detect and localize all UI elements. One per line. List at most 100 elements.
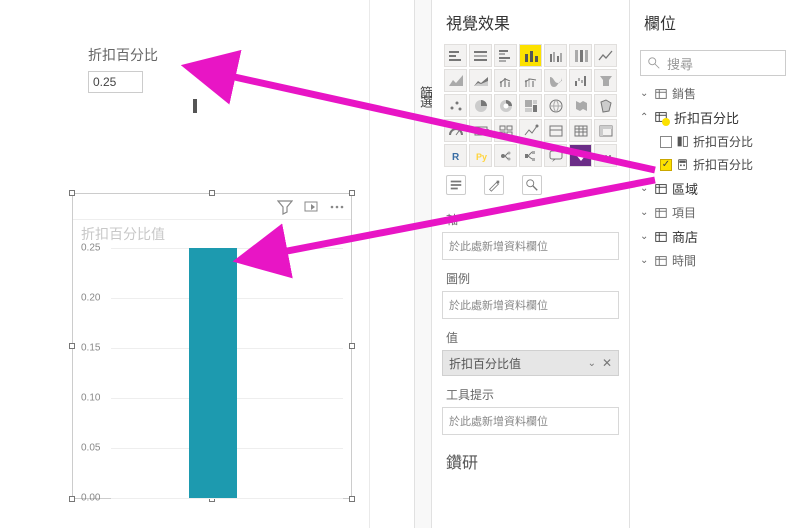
chevron-down-icon: ⌄ [640,183,650,194]
field-label: 折扣百分比 [693,156,753,173]
import-visual-icon[interactable] [594,144,617,167]
fields-search-input[interactable]: 搜尋 [640,50,786,76]
filled-map-icon[interactable] [569,94,592,117]
slicer-slider[interactable] [88,101,208,113]
table-icon [654,206,668,220]
fields-title: 欄位 [630,0,796,44]
svg-text:Py: Py [476,152,487,162]
resize-handle[interactable] [69,190,75,196]
gauge-icon[interactable] [444,119,467,142]
r-visual-icon[interactable]: R [444,144,467,167]
stacked-bar-icon[interactable] [444,44,467,67]
table-discount[interactable]: ⌃ 折扣百分比 [630,105,796,130]
map-icon[interactable] [544,94,567,117]
stacked-area-icon[interactable] [469,69,492,92]
resize-handle[interactable] [69,343,75,349]
y-tick: 0.25 [81,243,100,254]
analytics-tab-icon[interactable] [522,175,542,195]
fields-tab-icon[interactable] [446,175,466,195]
table-store[interactable]: ⌄ 商店 [630,224,796,249]
table-icon [654,254,668,268]
remove-field-icon[interactable]: ✕ [602,356,612,370]
tooltip-section-label: 工具提示 [432,378,629,405]
table-icon[interactable] [569,119,592,142]
format-tab-icon[interactable] [484,175,504,195]
legend-section-label: 圖例 [432,262,629,289]
field-checkbox[interactable] [660,136,672,148]
scatter-icon[interactable] [444,94,467,117]
chevron-down-icon: ⌄ [640,207,650,218]
powerapps-icon[interactable] [569,144,592,167]
treemap-icon[interactable] [519,94,542,117]
axis-field-well[interactable]: 於此處新增資料欄位 [442,232,619,260]
chevron-up-icon: ⌃ [640,112,650,123]
table-label: 折扣百分比 [674,108,739,127]
value-field-pill[interactable]: 折扣百分比值 ⌄ ✕ [442,350,619,376]
chart-title: 折扣百分比值 [73,220,351,248]
resize-handle[interactable] [69,496,75,502]
field-discount-column[interactable]: 折扣百分比 [630,130,796,153]
table-icon [654,182,668,196]
report-canvas[interactable]: 折扣百分比 折扣百分比值 0.25 0.20 0.15 0.1 [0,0,370,528]
table-label: 區域 [672,179,698,198]
chevron-down-icon: ⌄ [640,88,650,99]
filter-icon[interactable] [277,199,293,215]
collapsed-filters-pane[interactable]: 篩選 [414,0,432,528]
table-sales[interactable]: ⌄ 銷售 [630,82,796,105]
resize-handle[interactable] [349,496,355,502]
chart-plot-area: 0.25 0.20 0.15 0.10 0.05 0.00 [79,248,345,498]
waterfall-icon[interactable] [569,69,592,92]
resize-handle[interactable] [209,190,215,196]
table-region[interactable]: ⌄ 區域 [630,176,796,201]
legend-field-well[interactable]: 於此處新增資料欄位 [442,291,619,319]
calculated-column-icon [676,135,689,148]
kpi-icon[interactable] [519,119,542,142]
donut-icon[interactable] [494,94,517,117]
active-badge [662,118,670,126]
stacked-column-icon[interactable] [519,44,542,67]
line-clustered-column-icon[interactable] [519,69,542,92]
slider-handle[interactable] [193,99,197,113]
value-section-label: 值 [432,321,629,348]
y-tick: 0.00 [81,493,100,504]
table-time[interactable]: ⌄ 時間 [630,249,796,272]
qa-visual-icon[interactable] [544,144,567,167]
field-label: 折扣百分比 [693,133,753,150]
axis-section-label: 軸 [432,203,629,230]
focus-mode-icon[interactable] [303,199,319,215]
key-influencers-icon[interactable] [494,144,517,167]
line-chart-icon[interactable] [594,44,617,67]
python-visual-icon[interactable]: Py [469,144,492,167]
column-100-icon[interactable] [569,44,592,67]
tooltip-field-well[interactable]: 於此處新增資料欄位 [442,407,619,435]
decomposition-tree-icon[interactable] [519,144,542,167]
svg-text:123: 123 [478,129,489,136]
chevron-down-icon[interactable]: ⌄ [588,358,596,369]
multi-card-icon[interactable] [494,119,517,142]
line-column-icon[interactable] [494,69,517,92]
stacked-bar-100-icon[interactable] [469,44,492,67]
pie-icon[interactable] [469,94,492,117]
table-item[interactable]: ⌄ 項目 [630,201,796,224]
card-icon[interactable]: 123 [469,119,492,142]
clustered-bar-icon[interactable] [494,44,517,67]
chart-visual[interactable]: 折扣百分比值 0.25 0.20 0.15 0.10 0.05 0.00 [72,193,352,499]
shape-map-icon[interactable] [594,94,617,117]
slicer-discount[interactable]: 折扣百分比 [88,45,223,113]
matrix-icon[interactable] [594,119,617,142]
resize-handle[interactable] [349,190,355,196]
search-icon [647,56,661,70]
chart-bar[interactable] [189,248,237,498]
resize-handle[interactable] [349,343,355,349]
table-label: 項目 [672,204,696,221]
slicer-icon[interactable] [544,119,567,142]
slicer-value-input[interactable] [88,71,143,93]
ribbon-chart-icon[interactable] [544,69,567,92]
field-checkbox[interactable]: ✓ [660,159,672,171]
more-options-icon[interactable] [329,199,345,215]
funnel-icon[interactable] [594,69,617,92]
field-discount-measure[interactable]: ✓ 折扣百分比 [630,153,796,176]
clustered-column-icon[interactable] [544,44,567,67]
area-chart-icon[interactable] [444,69,467,92]
slicer-title: 折扣百分比 [88,45,223,65]
